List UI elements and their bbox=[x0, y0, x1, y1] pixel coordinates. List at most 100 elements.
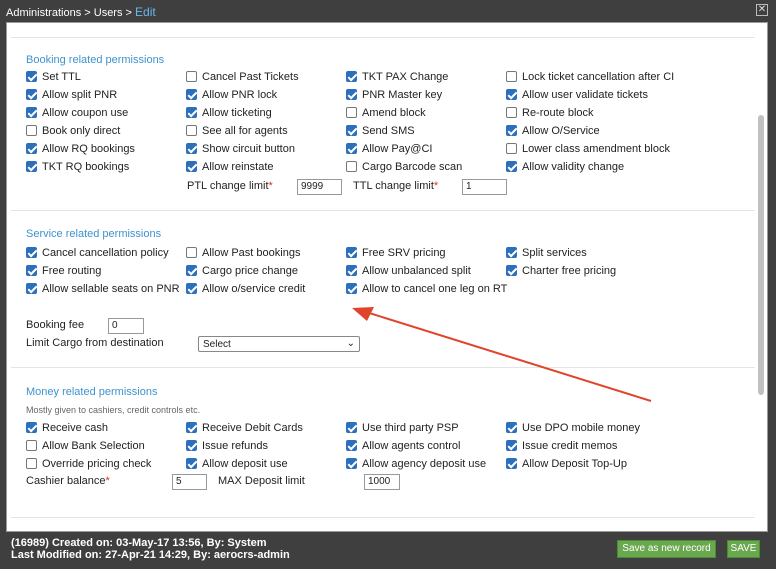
checkbox-show-circuit-button[interactable]: Show circuit button bbox=[186, 143, 295, 157]
checkbox-checked-icon[interactable] bbox=[26, 247, 37, 258]
checkbox-see-all-for-agents[interactable]: See all for agents bbox=[186, 125, 288, 139]
checkbox-checked-icon[interactable] bbox=[186, 283, 197, 294]
checkbox-split-services[interactable]: Split services bbox=[506, 247, 587, 261]
checkbox-checked-icon[interactable] bbox=[506, 422, 517, 433]
checkbox-unchecked-icon[interactable] bbox=[186, 125, 197, 136]
cashier-balance-input[interactable]: 5 bbox=[172, 474, 207, 490]
checkbox-cancel-past-tickets[interactable]: Cancel Past Tickets bbox=[186, 71, 299, 85]
max-deposit-input[interactable]: 1000 bbox=[364, 474, 400, 490]
checkbox-allow-split-pnr[interactable]: Allow split PNR bbox=[26, 89, 117, 103]
checkbox-checked-icon[interactable] bbox=[346, 440, 357, 451]
checkbox-checked-icon[interactable] bbox=[346, 125, 357, 136]
checkbox-cancel-cancellation-policy[interactable]: Cancel cancellation policy bbox=[26, 247, 169, 261]
checkbox-allow-to-cancel-one-leg-on-rt[interactable]: Allow to cancel one leg on RT bbox=[346, 283, 507, 297]
checkbox-unchecked-icon[interactable] bbox=[26, 440, 37, 451]
checkbox-unchecked-icon[interactable] bbox=[506, 71, 517, 82]
checkbox-override-pricing-check[interactable]: Override pricing check bbox=[26, 458, 151, 472]
checkbox-lock-ticket-cancellation-after-ci[interactable]: Lock ticket cancellation after CI bbox=[506, 71, 674, 85]
checkbox-allow-pay-ci[interactable]: Allow Pay@CI bbox=[346, 143, 432, 157]
checkbox-checked-icon[interactable] bbox=[26, 161, 37, 172]
checkbox-checked-icon[interactable] bbox=[186, 458, 197, 469]
checkbox-checked-icon[interactable] bbox=[506, 89, 517, 100]
checkbox-checked-icon[interactable] bbox=[346, 247, 357, 258]
limit-cargo-select[interactable]: Select ⌄ bbox=[198, 336, 360, 352]
checkbox-checked-icon[interactable] bbox=[506, 265, 517, 276]
checkbox-send-sms[interactable]: Send SMS bbox=[346, 125, 415, 139]
checkbox-checked-icon[interactable] bbox=[186, 161, 197, 172]
checkbox-allow-deposit-use[interactable]: Allow deposit use bbox=[186, 458, 288, 472]
checkbox-issue-refunds[interactable]: Issue refunds bbox=[186, 440, 268, 454]
checkbox-allow-rq-bookings[interactable]: Allow RQ bookings bbox=[26, 143, 135, 157]
checkbox-allow-validity-change[interactable]: Allow validity change bbox=[506, 161, 624, 175]
checkbox-pnr-master-key[interactable]: PNR Master key bbox=[346, 89, 442, 103]
save-button[interactable]: SAVE bbox=[727, 540, 760, 558]
checkbox-unchecked-icon[interactable] bbox=[346, 107, 357, 118]
checkbox-charter-free-pricing[interactable]: Charter free pricing bbox=[506, 265, 616, 279]
breadcrumb-administrations[interactable]: Administrations bbox=[6, 7, 81, 19]
checkbox-unchecked-icon[interactable] bbox=[26, 125, 37, 136]
checkbox-receive-debit-cards[interactable]: Receive Debit Cards bbox=[186, 422, 303, 436]
checkbox-book-only-direct[interactable]: Book only direct bbox=[26, 125, 120, 139]
checkbox-checked-icon[interactable] bbox=[346, 422, 357, 433]
checkbox-set-ttl[interactable]: Set TTL bbox=[26, 71, 81, 85]
checkbox-unchecked-icon[interactable] bbox=[186, 247, 197, 258]
checkbox-unchecked-icon[interactable] bbox=[506, 143, 517, 154]
checkbox-checked-icon[interactable] bbox=[186, 107, 197, 118]
checkbox-checked-icon[interactable] bbox=[186, 422, 197, 433]
checkbox-allow-ticketing[interactable]: Allow ticketing bbox=[186, 107, 272, 121]
checkbox-checked-icon[interactable] bbox=[186, 440, 197, 451]
checkbox-amend-block[interactable]: Amend block bbox=[346, 107, 426, 121]
checkbox-receive-cash[interactable]: Receive cash bbox=[26, 422, 108, 436]
save-as-new-record-button[interactable]: Save as new record bbox=[617, 540, 716, 558]
checkbox-checked-icon[interactable] bbox=[186, 89, 197, 100]
checkbox-issue-credit-memos[interactable]: Issue credit memos bbox=[506, 440, 617, 454]
checkbox-checked-icon[interactable] bbox=[506, 161, 517, 172]
checkbox-checked-icon[interactable] bbox=[186, 143, 197, 154]
checkbox-checked-icon[interactable] bbox=[186, 265, 197, 276]
checkbox-checked-icon[interactable] bbox=[26, 71, 37, 82]
checkbox-checked-icon[interactable] bbox=[26, 422, 37, 433]
checkbox-tkt-rq-bookings[interactable]: TKT RQ bookings bbox=[26, 161, 129, 175]
checkbox-unchecked-icon[interactable] bbox=[186, 71, 197, 82]
checkbox-lower-class-amendment-block[interactable]: Lower class amendment block bbox=[506, 143, 670, 157]
checkbox-checked-icon[interactable] bbox=[346, 71, 357, 82]
checkbox-checked-icon[interactable] bbox=[346, 283, 357, 294]
checkbox-use-third-party-psp[interactable]: Use third party PSP bbox=[346, 422, 459, 436]
checkbox-free-srv-pricing[interactable]: Free SRV pricing bbox=[346, 247, 446, 261]
checkbox-allow-deposit-top-up[interactable]: Allow Deposit Top-Up bbox=[506, 458, 627, 472]
checkbox-allow-pnr-lock[interactable]: Allow PNR lock bbox=[186, 89, 277, 103]
checkbox-allow-past-bookings[interactable]: Allow Past bookings bbox=[186, 247, 300, 261]
checkbox-tkt-pax-change[interactable]: TKT PAX Change bbox=[346, 71, 448, 85]
checkbox-checked-icon[interactable] bbox=[506, 247, 517, 258]
breadcrumb-users[interactable]: Users bbox=[94, 7, 123, 19]
checkbox-allow-user-validate-tickets[interactable]: Allow user validate tickets bbox=[506, 89, 648, 103]
checkbox-unchecked-icon[interactable] bbox=[346, 161, 357, 172]
ptl-change-limit-input[interactable]: 9999 bbox=[297, 179, 342, 195]
checkbox-allow-o-service[interactable]: Allow O/Service bbox=[506, 125, 600, 139]
checkbox-checked-icon[interactable] bbox=[346, 89, 357, 100]
checkbox-checked-icon[interactable] bbox=[26, 283, 37, 294]
scrollbar[interactable] bbox=[757, 25, 765, 531]
checkbox-free-routing[interactable]: Free routing bbox=[26, 265, 101, 279]
checkbox-re-route-block[interactable]: Re-route block bbox=[506, 107, 594, 121]
checkbox-allow-unbalanced-split[interactable]: Allow unbalanced split bbox=[346, 265, 471, 279]
checkbox-allow-sellable-seats-on-pnr[interactable]: Allow sellable seats on PNR bbox=[26, 283, 180, 297]
checkbox-allow-o-service-credit[interactable]: Allow o/service credit bbox=[186, 283, 305, 297]
checkbox-allow-coupon-use[interactable]: Allow coupon use bbox=[26, 107, 128, 121]
checkbox-cargo-price-change[interactable]: Cargo price change bbox=[186, 265, 298, 279]
ttl-change-limit-input[interactable]: 1 bbox=[462, 179, 507, 195]
checkbox-checked-icon[interactable] bbox=[506, 458, 517, 469]
checkbox-checked-icon[interactable] bbox=[506, 125, 517, 136]
checkbox-checked-icon[interactable] bbox=[26, 143, 37, 154]
checkbox-checked-icon[interactable] bbox=[26, 265, 37, 276]
checkbox-checked-icon[interactable] bbox=[26, 89, 37, 100]
checkbox-checked-icon[interactable] bbox=[26, 107, 37, 118]
checkbox-allow-agents-control[interactable]: Allow agents control bbox=[346, 440, 460, 454]
checkbox-unchecked-icon[interactable] bbox=[26, 458, 37, 469]
checkbox-checked-icon[interactable] bbox=[506, 440, 517, 451]
close-icon[interactable]: ✕ bbox=[756, 4, 768, 16]
checkbox-checked-icon[interactable] bbox=[346, 458, 357, 469]
checkbox-unchecked-icon[interactable] bbox=[506, 107, 517, 118]
checkbox-allow-bank-selection[interactable]: Allow Bank Selection bbox=[26, 440, 145, 454]
checkbox-checked-icon[interactable] bbox=[346, 143, 357, 154]
